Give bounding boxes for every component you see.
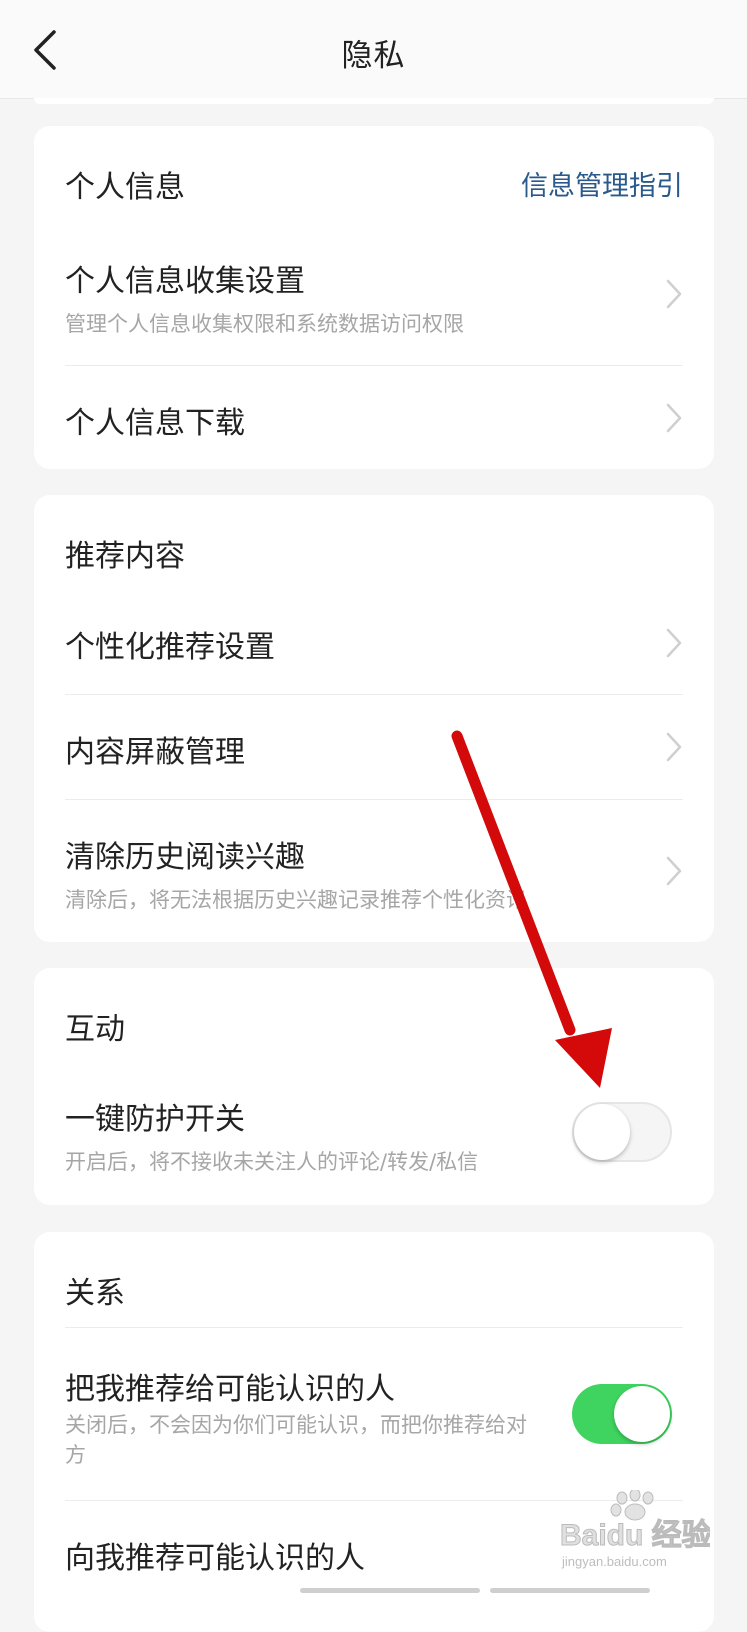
row-title: 个人信息下载 [65,406,245,441]
toggle-knob [574,1104,630,1160]
row-subtitle: 关闭后，不会因为你们可能认识，而把你推荐给对方 [65,1413,527,1467]
svg-text:Baidu 经验: Baidu 经验 [560,1518,710,1552]
baidu-jingyan-watermark: Baidu 经验 jingyan.baidu.com [560,1488,712,1570]
chevron-right-icon [666,628,682,658]
personal-info-download-row[interactable]: 个人信息下载 [34,366,714,466]
svg-text:jingyan.baidu.com: jingyan.baidu.com [561,1554,667,1569]
section-title-personal-info: 个人信息 [65,170,185,205]
section-title-interaction: 互动 [65,1012,125,1047]
section-title-relation: 关系 [65,1276,125,1311]
row-title: 个性化推荐设置 [65,630,275,665]
page-title: 隐私 [341,38,406,74]
previous-card-edge [34,98,714,104]
recommend-content-card: 推荐内容 个性化推荐设置 内容屏蔽管理 清除历史阅读兴趣 清除后，将无法根据历史… [34,495,714,942]
chevron-right-icon [666,403,682,433]
row-title: 清除历史阅读兴趣 [65,840,305,875]
toggle-knob [614,1386,670,1442]
row-title: 个人信息收集设置 [65,264,305,299]
recommend-me-toggle[interactable] [572,1384,672,1444]
chevron-right-icon [666,856,682,886]
section-title-recommend: 推荐内容 [65,539,185,574]
chevron-right-icon [666,279,682,309]
content-block-management-row[interactable]: 内容屏蔽管理 [34,695,714,799]
personalized-recommend-settings-row[interactable]: 个性化推荐设置 [34,591,714,694]
clear-reading-interest-row[interactable]: 清除历史阅读兴趣 清除后，将无法根据历史兴趣记录推荐个性化资讯 [34,800,714,940]
top-bar: 隐私 [0,0,747,99]
row-title: 内容屏蔽管理 [65,735,245,770]
one-key-protection-row: 一键防护开关 开启后，将不接收未关注人的评论/转发/私信 [34,1064,714,1204]
scroll-indicator [300,1588,480,1593]
row-title: 一键防护开关 [65,1102,245,1137]
row-subtitle: 清除后，将无法根据历史兴趣记录推荐个性化资讯 [65,888,527,912]
row-title: 把我推荐给可能认识的人 [65,1372,395,1407]
chevron-right-icon [666,732,682,762]
personal-info-collection-settings-row[interactable]: 个人信息收集设置 管理个人信息收集权限和系统数据访问权限 [34,226,714,364]
personal-info-card: 个人信息 信息管理指引 个人信息收集设置 管理个人信息收集权限和系统数据访问权限… [34,126,714,469]
row-title: 向我推荐可能认识的人 [65,1541,365,1576]
row-subtitle: 开启后，将不接收未关注人的评论/转发/私信 [65,1150,479,1174]
row-subtitle: 管理个人信息收集权限和系统数据访问权限 [65,312,464,336]
scroll-indicator [490,1588,650,1593]
recommend-me-to-acquaintances-row: 把我推荐给可能认识的人 关闭后，不会因为你们可能认识，而把你推荐给对方 [34,1328,714,1500]
relation-card: 关系 把我推荐给可能认识的人 关闭后，不会因为你们可能认识，而把你推荐给对方 向… [34,1232,714,1632]
one-key-protection-toggle[interactable] [572,1102,672,1162]
interaction-card: 互动 一键防护开关 开启后，将不接收未关注人的评论/转发/私信 [34,968,714,1205]
info-management-guide-link[interactable]: 信息管理指引 [521,164,683,203]
